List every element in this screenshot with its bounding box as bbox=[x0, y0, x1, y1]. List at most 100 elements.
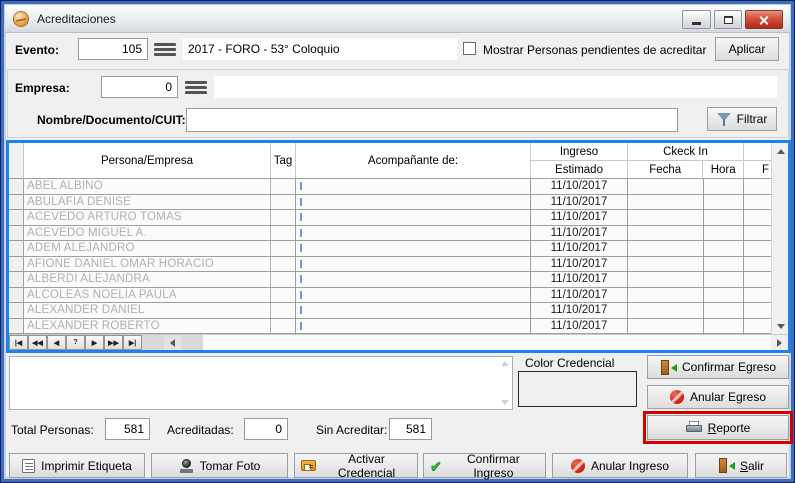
table-row[interactable]: ACEVEDO MIGUEL A.11/10/2017 bbox=[9, 226, 771, 242]
label-icon bbox=[22, 459, 35, 473]
printer-icon bbox=[686, 421, 702, 434]
color-credencial-box bbox=[518, 371, 637, 407]
filtrar-label: Filtrar bbox=[737, 112, 768, 126]
table-row[interactable]: ABEL ALBINO11/10/2017 bbox=[9, 179, 771, 195]
scroll-left-button[interactable] bbox=[164, 335, 181, 350]
nombre-input[interactable] bbox=[186, 108, 678, 132]
table-row[interactable]: ALEXANDER ROBERTO11/10/2017 bbox=[9, 319, 771, 335]
total-personas-label: Total Personas: bbox=[11, 423, 94, 437]
redacted-mark bbox=[300, 244, 302, 252]
arrow-up-icon bbox=[777, 149, 785, 154]
nav-prior-button[interactable]: ◀ bbox=[47, 335, 66, 350]
table-row[interactable]: ACEVEDO ARTURO TOMAS11/10/2017 bbox=[9, 210, 771, 226]
redacted-mark bbox=[300, 306, 302, 314]
aplicar-button[interactable]: Aplicar bbox=[715, 37, 779, 61]
header-checkin-group: Ckeck In Fecha Hora bbox=[628, 143, 744, 178]
confirmar-ingreso-button[interactable]: ✔ Confirmar Ingreso bbox=[423, 453, 546, 478]
pendientes-checkbox[interactable] bbox=[463, 42, 476, 55]
tomar-foto-label: Tomar Foto bbox=[200, 459, 261, 473]
grid-navigator: |◀◀◀◀?▶▶▶▶| bbox=[9, 335, 142, 350]
table-row[interactable]: ABULAFIA DENISE11/10/2017 bbox=[9, 195, 771, 211]
maximize-button[interactable] bbox=[714, 10, 742, 29]
table-row[interactable]: ALEXANDER DANIEL11/10/2017 bbox=[9, 303, 771, 319]
scroll-up-button[interactable] bbox=[772, 143, 788, 159]
scroll-down-button[interactable] bbox=[772, 318, 788, 334]
close-icon bbox=[759, 15, 769, 25]
activar-credencial-label: Activar Credencial bbox=[322, 452, 411, 480]
close-button[interactable] bbox=[745, 10, 783, 29]
empresa-description bbox=[214, 76, 777, 98]
acreditaciones-window: Acreditaciones Evento: 105 2017 - FORO -… bbox=[0, 0, 795, 483]
anular-ingreso-label: Anular Ingreso bbox=[591, 459, 669, 473]
arrow-down-icon bbox=[777, 324, 785, 329]
pendientes-checkbox-label: Mostrar Personas pendientes de acreditar bbox=[483, 43, 706, 57]
activar-credencial-button[interactable]: Activar Credencial bbox=[294, 453, 418, 478]
scroll-right-button[interactable] bbox=[771, 335, 788, 350]
hscroll-thumb[interactable] bbox=[142, 335, 164, 350]
filter-icon bbox=[717, 113, 731, 126]
table-row[interactable]: AFIONE DANIEL OMAR HORACIO11/10/2017 bbox=[9, 257, 771, 273]
notes-scroll-down-icon bbox=[501, 400, 509, 405]
reporte-button[interactable]: Reporte bbox=[647, 415, 789, 440]
redacted-mark bbox=[300, 213, 302, 221]
total-personas-value: 581 bbox=[105, 418, 150, 440]
acreditadas-label: Acreditadas: bbox=[167, 423, 234, 437]
header-acompanante: Acompañante de: bbox=[296, 143, 531, 178]
tomar-foto-button[interactable]: Tomar Foto bbox=[151, 453, 288, 478]
minimize-button[interactable] bbox=[682, 10, 711, 29]
imprimir-etiqueta-label: Imprimir Etiqueta bbox=[41, 459, 132, 473]
nav-last-button[interactable]: ▶| bbox=[123, 335, 142, 350]
empresa-input[interactable]: 0 bbox=[101, 76, 178, 98]
redacted-mark bbox=[300, 182, 302, 190]
nav-fast-next-button[interactable]: ▶▶ bbox=[104, 335, 123, 350]
evento-lookup-button[interactable] bbox=[154, 39, 176, 59]
grid-header: Persona/Empresa Tag Acompañante de: Ingr… bbox=[9, 143, 771, 179]
titlebar: Acreditaciones bbox=[5, 5, 790, 33]
redacted-mark bbox=[300, 322, 302, 330]
notes-textarea[interactable] bbox=[9, 356, 513, 410]
nav-fast-prior-button[interactable]: ◀◀ bbox=[28, 335, 47, 350]
table-row[interactable]: ALBERDI ALEJANDRA11/10/2017 bbox=[9, 272, 771, 288]
arrow-left-icon bbox=[170, 339, 175, 347]
empresa-lookup-button[interactable] bbox=[185, 77, 207, 97]
salir-label: Salir bbox=[740, 459, 764, 473]
window-title: Acreditaciones bbox=[37, 12, 116, 26]
check-icon: ✔ bbox=[430, 459, 442, 473]
vertical-scrollbar[interactable] bbox=[771, 143, 788, 334]
table-row[interactable]: ALCOLEAS NOELIA PAULA11/10/2017 bbox=[9, 288, 771, 304]
arrow-right-icon bbox=[777, 339, 782, 347]
color-credencial-label: Color Credencial bbox=[525, 356, 614, 370]
evento-description: 2017 - FORO - 53° Coloquio bbox=[183, 38, 457, 60]
redacted-mark bbox=[300, 198, 302, 206]
anular-ingreso-button[interactable]: Anular Ingreso bbox=[552, 453, 688, 478]
hscroll-thumb2[interactable] bbox=[181, 335, 203, 350]
nombre-label: Nombre/Documento/CUIT: bbox=[37, 113, 186, 127]
filtrar-button[interactable]: Filtrar bbox=[707, 107, 777, 131]
nav-help-button[interactable]: ? bbox=[66, 335, 85, 350]
table-row[interactable]: ADEM ALEJANDRO11/10/2017 bbox=[9, 241, 771, 257]
header-persona: Persona/Empresa bbox=[24, 143, 271, 178]
acreditadas-value: 0 bbox=[244, 418, 288, 440]
anular-egreso-button[interactable]: Anular Egreso bbox=[647, 385, 789, 409]
confirmar-egreso-label: Confirmar Egreso bbox=[682, 360, 776, 374]
imprimir-etiqueta-button[interactable]: Imprimir Etiqueta bbox=[9, 453, 145, 478]
badge-icon bbox=[301, 460, 316, 471]
sin-acreditar-label: Sin Acreditar: bbox=[316, 423, 387, 437]
horizontal-scrollbar[interactable] bbox=[142, 335, 788, 350]
door-exit-icon bbox=[660, 360, 676, 375]
nav-next-button[interactable]: ▶ bbox=[85, 335, 104, 350]
header-hora: Hora bbox=[703, 161, 743, 178]
evento-input[interactable]: 105 bbox=[78, 38, 148, 60]
notes-scroll-up-icon bbox=[501, 361, 509, 366]
salir-button[interactable]: Salir bbox=[695, 453, 787, 478]
anular-egreso-label: Anular Egreso bbox=[690, 390, 766, 404]
camera-icon bbox=[179, 459, 194, 473]
nav-first-button[interactable]: |◀ bbox=[9, 335, 28, 350]
maximize-icon bbox=[724, 16, 733, 24]
redacted-mark bbox=[300, 275, 302, 283]
empresa-label: Empresa: bbox=[15, 81, 70, 95]
confirmar-egreso-button[interactable]: Confirmar Egreso bbox=[647, 355, 789, 379]
grid-bottom-bar: |◀◀◀◀?▶▶▶▶| bbox=[9, 334, 788, 350]
redacted-mark bbox=[300, 291, 302, 299]
no-entry-icon bbox=[571, 459, 585, 473]
